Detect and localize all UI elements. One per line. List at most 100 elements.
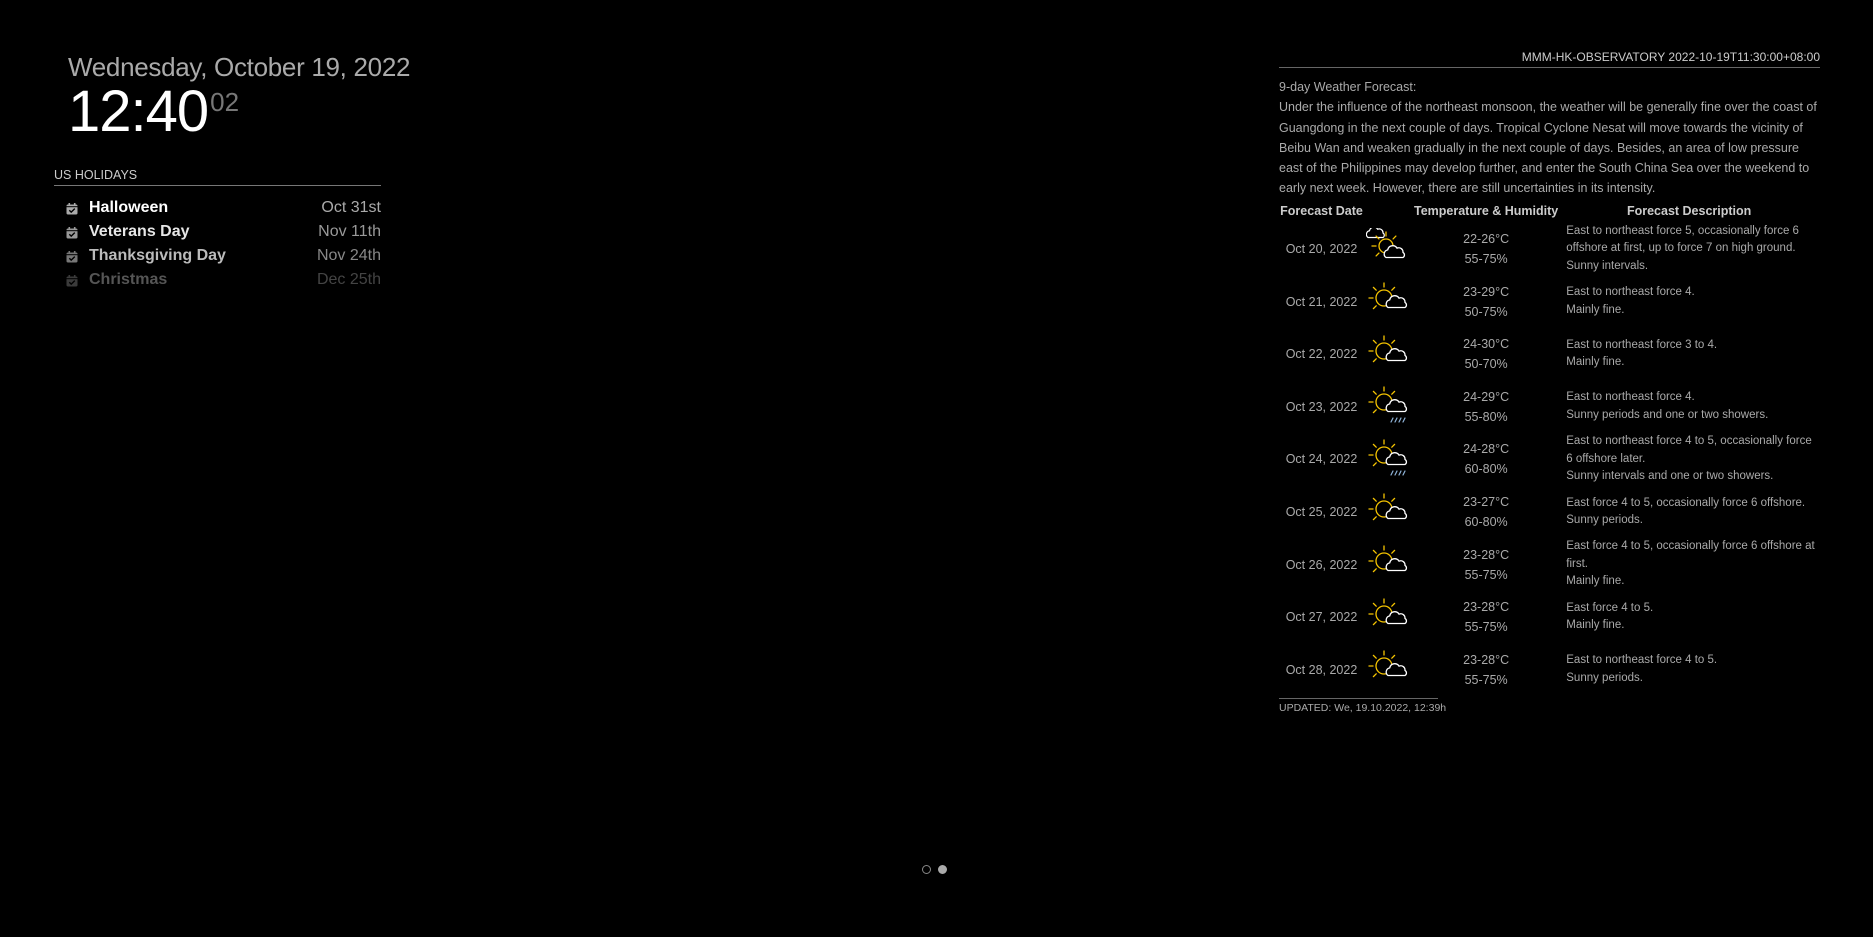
forecast-weather: Mainly fine. [1566, 619, 1625, 632]
forecast-weather: Sunny periods. [1566, 671, 1643, 684]
forecast-temp-humidity: 22-26°C 55-75% [1414, 223, 1558, 276]
sunny-showers-icon [1364, 381, 1414, 434]
forecast-row: Oct 28, 2022 23-28°C 55-75% East to nort… [1279, 644, 1820, 697]
forecast-row: Oct 23, 2022 24-29°C 55-80% East to nort… [1279, 381, 1820, 434]
event-title: Thanksgiving Day [89, 247, 226, 264]
forecast-weather: Sunny intervals and one or two showers. [1566, 470, 1774, 483]
mainly-fine-icon [1364, 328, 1414, 381]
forecast-description: East force 4 to 5. Mainly fine. [1558, 591, 1820, 644]
clock-seconds: 02 [210, 87, 240, 117]
calendar-check-icon [66, 250, 78, 263]
calendar-event: Halloween Oct 31st [54, 196, 381, 220]
forecast-temperature: 23-27°C [1463, 495, 1510, 510]
forecast-temperature: 22-26°C [1463, 232, 1510, 247]
forecast-row: Oct 22, 2022 24-30°C 50-70% East to nort… [1279, 328, 1820, 381]
forecast-description: East to northeast force 4 to 5. Sunny pe… [1558, 644, 1820, 697]
forecast-description: East to northeast force 4. Mainly fine. [1558, 275, 1820, 328]
updated-timestamp: UPDATED: We, 19.10.2022, 12:39h [1279, 698, 1446, 714]
forecast-temperature: 23-28°C [1463, 600, 1510, 615]
calendar-module: US HOLIDAYS Halloween Oct 31st Veterans … [54, 168, 381, 292]
forecast-weather: Sunny intervals. [1566, 259, 1649, 272]
forecast-wind: East to northeast force 3 to 4. [1566, 338, 1718, 351]
forecast-weather: Sunny periods. [1566, 514, 1643, 527]
event-date: Dec 25th [316, 271, 381, 288]
forecast-wind: East force 4 to 5. [1566, 601, 1654, 614]
clock-module: Wednesday, October 19, 2022 12:4002 [68, 52, 410, 141]
page-indicator [922, 865, 947, 874]
forecast-wind: East force 4 to 5, occasionally force 6 … [1566, 496, 1806, 509]
forecast-date: Oct 23, 2022 [1285, 399, 1358, 414]
forecast-row: Oct 27, 2022 23-28°C 55-75% East force 4… [1279, 591, 1820, 644]
forecast-temp-humidity: 23-27°C 60-80% [1414, 486, 1558, 539]
calendar-check-icon [66, 202, 78, 215]
sunny-intervals-showers-icon [1364, 433, 1414, 486]
calendar-event: Thanksgiving Day Nov 24th [54, 244, 381, 268]
forecast-date: Oct 27, 2022 [1285, 610, 1358, 625]
forecast-date: Oct 20, 2022 [1285, 242, 1358, 257]
forecast-humidity: 50-75% [1464, 304, 1508, 319]
event-title: Veterans Day [89, 223, 190, 240]
forecast-wind: East to northeast force 4. [1566, 391, 1695, 404]
event-title: Halloween [89, 199, 169, 216]
col-temp-humidity: Temperature & Humidity [1414, 203, 1559, 218]
forecast-wind: East to northeast force 4 to 5. [1566, 654, 1718, 667]
forecast-humidity: 60-80% [1464, 462, 1508, 477]
forecast-date: Oct 26, 2022 [1285, 557, 1358, 572]
summary-title: 9-day Weather Forecast: [1279, 80, 1417, 94]
forecast-table: Forecast Date Temperature & Humidity For… [1279, 202, 1820, 696]
forecast-row: Oct 25, 2022 23-27°C 60-80% East force 4… [1279, 486, 1820, 539]
weather-module: MMM-HK-OBSERVATORY 2022-10-19T11:30:00+0… [1279, 50, 1820, 714]
sunny-periods-icon [1364, 486, 1414, 539]
forecast-temperature: 23-28°C [1463, 652, 1510, 667]
forecast-description: East force 4 to 5, occasionally force 6 … [1558, 538, 1820, 591]
forecast-date: Oct 22, 2022 [1285, 347, 1358, 362]
forecast-humidity: 55-80% [1464, 409, 1508, 424]
forecast-temp-humidity: 24-28°C 60-80% [1414, 433, 1558, 486]
page-dot[interactable] [938, 865, 947, 874]
forecast-temp-humidity: 23-28°C 55-75% [1414, 538, 1558, 591]
forecast-humidity: 55-75% [1464, 672, 1508, 687]
forecast-row: Oct 26, 2022 23-28°C 55-75% East force 4… [1279, 538, 1820, 591]
forecast-wind: East to northeast force 4 to 5, occasion… [1566, 435, 1812, 465]
col-forecast-description: Forecast Description [1626, 203, 1752, 218]
forecast-date: Oct 21, 2022 [1285, 294, 1358, 309]
forecast-humidity: 55-75% [1464, 567, 1508, 582]
forecast-date: Oct 28, 2022 [1285, 662, 1358, 677]
forecast-row: Oct 24, 2022 24-28°C 60-80% East to nort… [1279, 433, 1820, 486]
sunny-intervals-icon [1364, 223, 1414, 276]
forecast-wind: East force 4 to 5, occasionally force 6 … [1566, 540, 1815, 570]
forecast-weather: Mainly fine. [1566, 356, 1625, 369]
forecast-description: East to northeast force 4. Sunny periods… [1558, 381, 1820, 434]
forecast-temp-humidity: 24-30°C 50-70% [1414, 328, 1558, 381]
calendar-header: US HOLIDAYS [54, 168, 381, 186]
forecast-row: Oct 20, 2022 22-26°C 55-75% East to nort… [1279, 223, 1820, 276]
forecast-weather: Sunny periods and one or two showers. [1566, 408, 1769, 421]
page-dot[interactable] [922, 865, 931, 874]
calendar-check-icon [66, 274, 78, 287]
forecast-humidity: 60-80% [1464, 515, 1508, 530]
col-icon [1364, 202, 1414, 223]
weather-header: MMM-HK-OBSERVATORY 2022-10-19T11:30:00+0… [1279, 50, 1820, 68]
col-forecast-date: Forecast Date [1280, 203, 1363, 218]
forecast-humidity: 55-75% [1464, 252, 1508, 267]
sunny-periods-icon [1364, 644, 1414, 697]
forecast-date: Oct 24, 2022 [1285, 452, 1358, 467]
forecast-description: East to northeast force 4 to 5, occasion… [1558, 433, 1820, 486]
forecast-temp-humidity: 23-28°C 55-75% [1414, 644, 1558, 697]
weather-summary: 9-day Weather Forecast: Under the influe… [1279, 77, 1820, 199]
mainly-fine-icon [1364, 591, 1414, 644]
forecast-temp-humidity: 24-29°C 55-80% [1414, 381, 1558, 434]
forecast-temp-humidity: 23-29°C 50-75% [1414, 275, 1558, 328]
forecast-humidity: 55-75% [1464, 620, 1508, 635]
forecast-humidity: 50-70% [1464, 357, 1508, 372]
forecast-temperature: 24-30°C [1463, 337, 1510, 352]
forecast-temperature: 24-28°C [1463, 442, 1510, 457]
event-date: Nov 24th [316, 247, 381, 264]
calendar-check-icon [66, 226, 78, 239]
forecast-wind: East to northeast force 4. [1566, 286, 1695, 299]
forecast-temperature: 23-28°C [1463, 547, 1510, 562]
forecast-weather: Mainly fine. [1566, 575, 1625, 588]
forecast-weather: Mainly fine. [1566, 303, 1625, 316]
clock-time: 12:4002 [68, 83, 381, 141]
calendar-event: Veterans Day Nov 11th [54, 220, 381, 244]
